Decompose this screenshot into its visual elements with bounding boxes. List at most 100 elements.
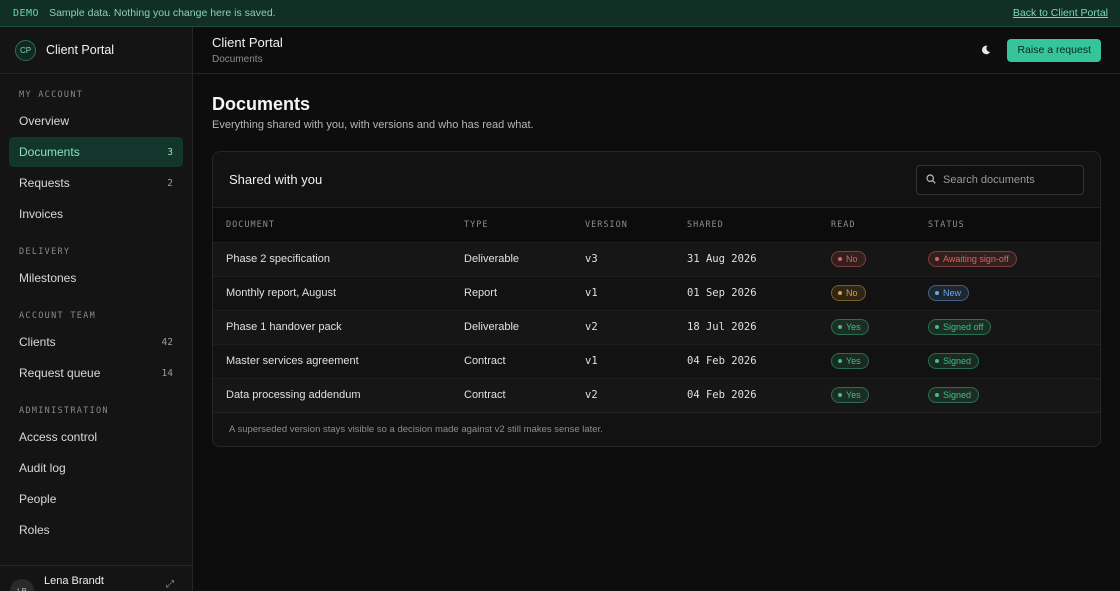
sidebar: CP Client Portal MY ACCOUNT Overview Docum… xyxy=(0,27,193,591)
status-dot-icon xyxy=(838,325,842,329)
section-label: ADMINISTRATION xyxy=(19,406,109,416)
table-row[interactable]: Phase 2 specification Deliverable v3 31 Aug… xyxy=(213,242,1100,276)
sidebar-item-request-queue[interactable]: Request queue 14 xyxy=(9,358,183,388)
cell-status: Signed xyxy=(915,378,1100,412)
documents-table: DOCUMENT TYPE VERSION SHARED READ STATUS Phas… xyxy=(213,208,1100,412)
documents-card: Shared with you DOCUMENTTYPEVERSIONSHARE… xyxy=(212,151,1101,447)
cell-version: v1 xyxy=(585,355,598,367)
moon-icon[interactable] xyxy=(979,43,993,57)
sidebar-item-documents[interactable]: Documents 3 xyxy=(9,137,183,167)
column-header-type[interactable]: TYPE xyxy=(451,208,572,242)
status-badge: Awaiting sign-off xyxy=(928,251,1017,267)
status-badge: Signed xyxy=(928,387,980,404)
cell-version: v2 xyxy=(585,321,598,333)
read-badge-label: Yes xyxy=(846,390,861,401)
sidebar-item-people[interactable]: People xyxy=(9,484,183,514)
page-title: Documents xyxy=(212,94,311,114)
read-badge-label: Yes xyxy=(846,322,861,332)
demo-banner: DEMO Sample data. Nothing you change her… xyxy=(0,0,1120,27)
cell-document: Data processing addendum xyxy=(226,389,361,402)
column-header-read[interactable]: READ xyxy=(818,208,915,242)
status-badge-label: Signed xyxy=(943,356,972,366)
cell-status: Signed xyxy=(915,344,1100,378)
sidebar-item-roles[interactable]: Roles xyxy=(9,515,183,545)
cell-document: Phase 2 specification xyxy=(226,253,330,265)
table-row[interactable]: Data processing addendum Contract v2 04 Feb… xyxy=(213,378,1100,412)
table-row[interactable]: Monthly report, August Report v1 01 Sep 202… xyxy=(213,276,1100,310)
user-name: Lena Brandt xyxy=(44,575,104,587)
status-dot-icon xyxy=(935,393,939,398)
section-label: DELIVERY xyxy=(19,247,71,257)
search-box[interactable] xyxy=(916,164,1084,195)
read-badge: Yes xyxy=(831,353,869,369)
sidebar-item-label: Milestones xyxy=(19,271,77,285)
cell-document: Monthly report, August xyxy=(226,287,337,299)
read-badge: No xyxy=(831,251,866,267)
cell-shared: 01 Sep 2026 xyxy=(687,287,757,299)
cell-read: No xyxy=(818,242,915,276)
column-header-document[interactable]: DOCUMENT xyxy=(213,208,451,242)
sidebar-item-milestones[interactable]: Milestones xyxy=(9,263,183,293)
cell-version: v3 xyxy=(585,253,598,265)
table-row[interactable]: Phase 1 handover pack Deliverable v2 18 Jul… xyxy=(213,310,1100,344)
brand-logo: CP xyxy=(15,39,36,61)
status-dot-icon xyxy=(935,257,939,261)
card-title: Shared with you xyxy=(229,172,323,187)
column-header-version[interactable]: VERSION xyxy=(572,208,674,242)
table-footnote: A superseded version stays visible so a … xyxy=(213,412,1100,445)
sidebar-item-label: Request queue xyxy=(19,366,101,380)
cell-read: Yes xyxy=(818,344,915,378)
cell-shared: 31 Aug 2026 xyxy=(687,253,757,265)
sidebar-item-overview[interactable]: Overview xyxy=(9,106,183,136)
topbar: Client Portal Documents Raise a request xyxy=(193,27,1120,74)
status-dot-icon xyxy=(838,393,842,398)
back-to-portal-link[interactable]: Back to Client Portal xyxy=(1013,7,1108,19)
sidebar-item-label: Invoices xyxy=(19,207,64,221)
main-content: Documents Everything shared with you, wi… xyxy=(212,74,1102,447)
status-dot-icon xyxy=(838,291,842,295)
sidebar-item-label: Access control xyxy=(19,430,98,444)
demo-tag: DEMO xyxy=(13,7,40,19)
cell-shared: 04 Feb 2026 xyxy=(687,355,757,367)
sidebar-item-access-control[interactable]: Access control xyxy=(9,422,183,452)
sidebar-item-label: Audit log xyxy=(19,461,66,475)
column-header-status[interactable]: STATUS xyxy=(915,208,1100,242)
breadcrumb: Documents xyxy=(212,54,263,65)
cell-version: v2 xyxy=(585,389,598,402)
brand-name: Client Portal xyxy=(46,43,115,57)
sidebar-item-clients[interactable]: Clients 42 xyxy=(9,327,183,357)
sidebar-item-label: Requests xyxy=(19,176,70,190)
table-row[interactable]: Master services agreement Contract v1 04 Fe… xyxy=(213,344,1100,378)
status-dot-icon xyxy=(838,257,842,261)
cell-shared: 18 Jul 2026 xyxy=(687,321,757,333)
cell-status: New xyxy=(915,276,1100,310)
read-badge-label: No xyxy=(846,254,858,264)
avatar: LB xyxy=(10,579,34,591)
read-badge-label: No xyxy=(846,288,858,298)
table-header-row: DOCUMENT TYPE VERSION SHARED READ STATUS xyxy=(213,208,1100,242)
user-profile[interactable]: LB Lena Brandt ⤢ xyxy=(0,565,192,591)
sidebar-item-label: Clients xyxy=(19,335,56,349)
cell-read: Yes xyxy=(818,378,915,412)
sidebar-item-count: 42 xyxy=(161,336,173,348)
raise-request-button[interactable]: Raise a request xyxy=(1007,38,1101,62)
cell-type: Deliverable xyxy=(464,253,520,265)
read-badge-label: Yes xyxy=(846,356,861,366)
column-header-shared[interactable]: SHARED xyxy=(674,208,818,242)
cell-type: Report xyxy=(464,287,498,299)
sidebar-item-invoices[interactable]: Invoices xyxy=(9,199,183,229)
search-input[interactable] xyxy=(943,173,1073,186)
expand-icon[interactable]: ⤢ xyxy=(166,579,174,590)
status-badge: Signed xyxy=(928,353,980,369)
status-dot-icon xyxy=(935,291,939,295)
status-badge-label: Awaiting sign-off xyxy=(943,254,1009,264)
status-dot-icon xyxy=(838,359,842,363)
cell-read: Yes xyxy=(818,310,915,344)
sidebar-item-requests[interactable]: Requests 2 xyxy=(9,168,183,198)
sidebar-item-label: Roles xyxy=(19,523,50,537)
cell-status: Signed off xyxy=(915,310,1100,344)
sidebar-item-audit-log[interactable]: Audit log xyxy=(9,453,183,483)
status-badge-label: Signed off xyxy=(943,322,984,332)
sidebar-item-label: Overview xyxy=(19,114,70,128)
section-label: ACCOUNT TEAM xyxy=(19,311,97,321)
